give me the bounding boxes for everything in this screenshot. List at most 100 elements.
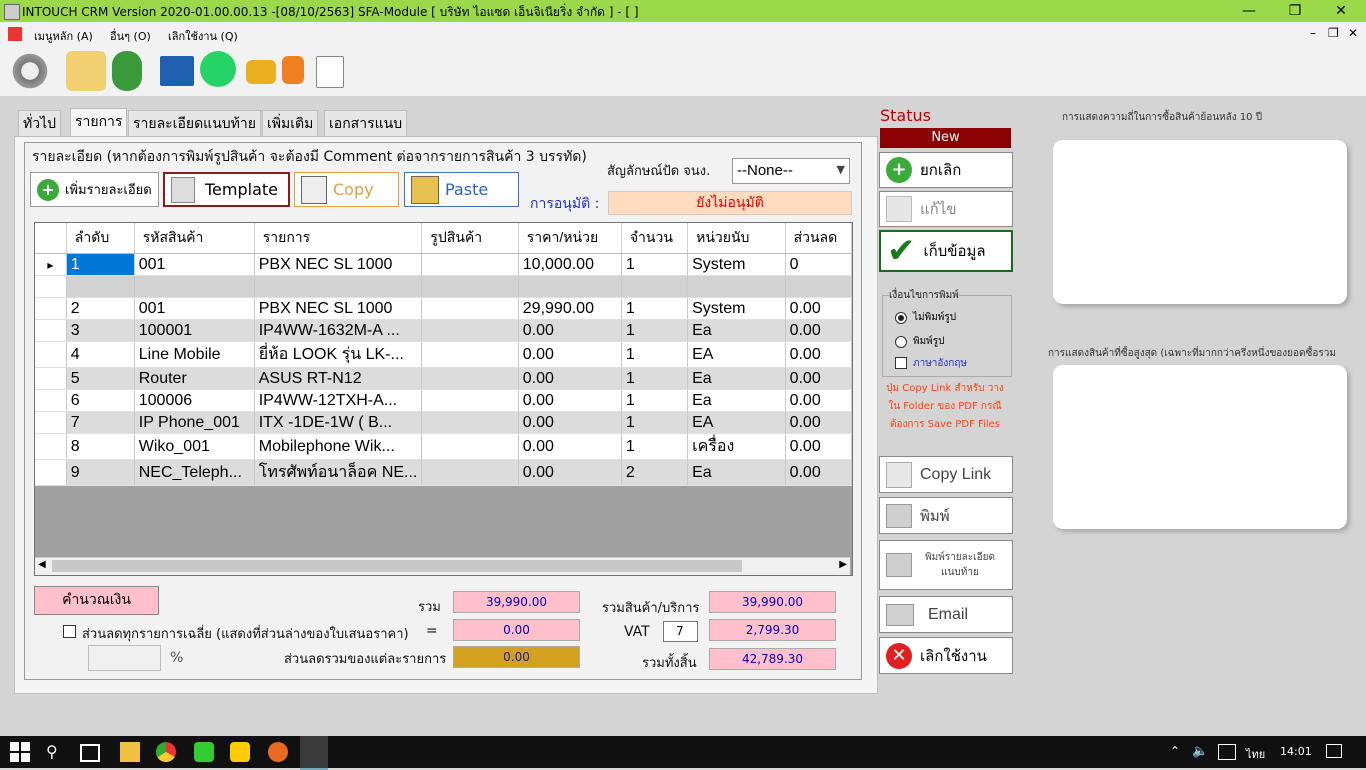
scroll-right-icon[interactable]: ▶: [839, 559, 847, 570]
app-f-icon[interactable]: [230, 742, 250, 762]
cell-no[interactable]: 7: [66, 411, 135, 434]
cancel-button[interactable]: + ยกเลิก: [879, 152, 1013, 188]
cell-item[interactable]: IP4WW-1632M-A ...: [254, 319, 423, 342]
copy-button[interactable]: Copy: [294, 172, 399, 207]
mdi-close-icon[interactable]: ✕: [1348, 26, 1358, 40]
cell-unit[interactable]: Ea: [687, 459, 786, 486]
cell-no[interactable]: 4: [66, 341, 135, 368]
cell-qty[interactable]: 1: [621, 341, 689, 368]
cell-disc[interactable]: 0.00: [785, 367, 852, 390]
cell-no[interactable]: 9: [66, 459, 135, 486]
row-selector[interactable]: [35, 319, 67, 342]
copy-link-button[interactable]: Copy Link: [879, 456, 1013, 493]
cell-price[interactable]: [518, 275, 622, 298]
tray-chevron-icon[interactable]: ⌃: [1170, 744, 1180, 758]
menu-main[interactable]: เมนูหลัก (A): [34, 27, 93, 45]
cell-disc[interactable]: 0.00: [785, 459, 852, 486]
cell-code[interactable]: NEC_Teleph...: [134, 459, 255, 486]
mdi-minimize-icon[interactable]: –: [1310, 26, 1316, 40]
add-detail-button[interactable]: + เพิ่มรายละเอียด: [30, 172, 159, 207]
calculate-button[interactable]: คำนวณเงิน: [34, 586, 159, 615]
cell-price[interactable]: 29,990.00: [518, 297, 622, 320]
line-app-icon[interactable]: [194, 742, 214, 762]
network-icon[interactable]: [1218, 744, 1236, 760]
scroll-left-icon[interactable]: ◀: [38, 559, 46, 570]
horizontal-scrollbar[interactable]: ◀ ▶: [35, 557, 850, 575]
cell-unit[interactable]: เครื่อง: [687, 433, 786, 460]
cell-qty[interactable]: 1: [621, 389, 689, 412]
col-unit[interactable]: หน่วยนับ: [687, 223, 786, 254]
cell-price[interactable]: 0.00: [518, 341, 622, 368]
col-no[interactable]: ลำดับ: [66, 223, 135, 254]
table-row[interactable]: 4 Line Mobile ยี่ห้อ LOOK รุ่น LK-... 0.00 1…: [35, 341, 852, 368]
row-selector[interactable]: [35, 367, 67, 390]
cell-no[interactable]: 3: [66, 319, 135, 342]
table-row[interactable]: 2 001 PBX NEC SL 1000 29,990.00 1 System 0.00: [35, 297, 852, 320]
report-icon[interactable]: [316, 56, 344, 88]
table-row[interactable]: 9 NEC_Teleph... โทรศัพท์อนาล็อค NE... 0.00 2…: [35, 459, 852, 486]
save-button[interactable]: ✔ เก็บข้อมูล: [879, 230, 1013, 272]
cell-item[interactable]: ITX -1DE-1W ( B...: [254, 411, 423, 434]
cell-item[interactable]: Mobilephone Wik...: [254, 433, 423, 460]
cell-price[interactable]: 10,000.00: [518, 253, 622, 276]
cell-item[interactable]: IP4WW-12TXH-A...: [254, 389, 423, 412]
menu-other[interactable]: อื่นๆ (O): [110, 27, 151, 45]
cell-img[interactable]: [421, 297, 519, 320]
mdi-restore-icon[interactable]: ❐: [1328, 26, 1339, 40]
rounding-select[interactable]: --None-- ▼: [732, 158, 850, 184]
vat-rate-input[interactable]: 7: [663, 621, 698, 642]
cell-price[interactable]: 0.00: [518, 367, 622, 390]
cell-price[interactable]: 0.00: [518, 459, 622, 486]
windows-start-icon[interactable]: [10, 742, 30, 762]
edit-button[interactable]: แก้ไข: [879, 191, 1013, 227]
minimize-icon[interactable]: —: [1226, 0, 1272, 22]
cell-qty[interactable]: 2: [621, 459, 689, 486]
cell-code[interactable]: 100001: [134, 319, 255, 342]
cell-code[interactable]: [134, 275, 255, 298]
quit-button[interactable]: ✕ เลิกใช้งาน: [879, 637, 1013, 674]
cell-img[interactable]: [421, 341, 519, 368]
table-row[interactable]: 5 Router ASUS RT-N12 0.00 1 Ea 0.00: [35, 367, 852, 390]
cell-disc[interactable]: [785, 275, 852, 298]
percent-input[interactable]: [88, 645, 161, 671]
restore-icon[interactable]: ❐: [1272, 0, 1318, 22]
cell-disc[interactable]: 0.00: [785, 341, 852, 368]
cell-img[interactable]: [421, 367, 519, 390]
cell-qty[interactable]: [621, 275, 689, 298]
english-checkbox[interactable]: [895, 357, 907, 369]
cell-img[interactable]: [421, 253, 519, 276]
cell-qty[interactable]: 1: [621, 367, 689, 390]
col-qty[interactable]: จำนวน: [621, 223, 689, 254]
radio-no-image[interactable]: [895, 312, 907, 324]
tab-items[interactable]: รายการ: [70, 108, 128, 139]
cell-price[interactable]: 0.00: [518, 389, 622, 412]
cell-qty[interactable]: 1: [621, 253, 689, 276]
chrome-icon[interactable]: [156, 742, 176, 762]
cell-unit[interactable]: EA: [687, 341, 786, 368]
money-bag-icon[interactable]: [112, 51, 142, 91]
cell-code[interactable]: IP Phone_001: [134, 411, 255, 434]
cell-item[interactable]: PBX NEC SL 1000: [254, 253, 423, 276]
cell-qty[interactable]: 1: [621, 433, 689, 460]
pin-icon[interactable]: [282, 56, 304, 84]
items-grid[interactable]: ลำดับ รหัสสินค้า รายการ รูปสินค้า ราคา/ห…: [34, 222, 853, 576]
file-explorer-icon[interactable]: [120, 742, 140, 762]
notification-icon[interactable]: [1326, 744, 1342, 758]
cell-no[interactable]: 1: [66, 253, 135, 276]
cell-no[interactable]: 8: [66, 433, 135, 460]
cell-code[interactable]: Router: [134, 367, 255, 390]
cell-code[interactable]: 001: [134, 297, 255, 320]
cell-qty[interactable]: 1: [621, 319, 689, 342]
cell-img[interactable]: [421, 319, 519, 342]
row-selector[interactable]: [35, 433, 67, 460]
cell-img[interactable]: [421, 433, 519, 460]
email-button[interactable]: Email: [879, 596, 1013, 633]
cell-item[interactable]: ASUS RT-N12: [254, 367, 423, 390]
cell-img[interactable]: [421, 411, 519, 434]
volume-icon[interactable]: 🔈: [1192, 744, 1208, 759]
col-code[interactable]: รหัสสินค้า: [134, 223, 255, 254]
avg-discount-checkbox[interactable]: [63, 625, 76, 638]
col-price[interactable]: ราคา/หน่วย: [518, 223, 622, 254]
tab-general[interactable]: ทั่วไป: [18, 110, 62, 137]
cell-code[interactable]: Wiko_001: [134, 433, 255, 460]
